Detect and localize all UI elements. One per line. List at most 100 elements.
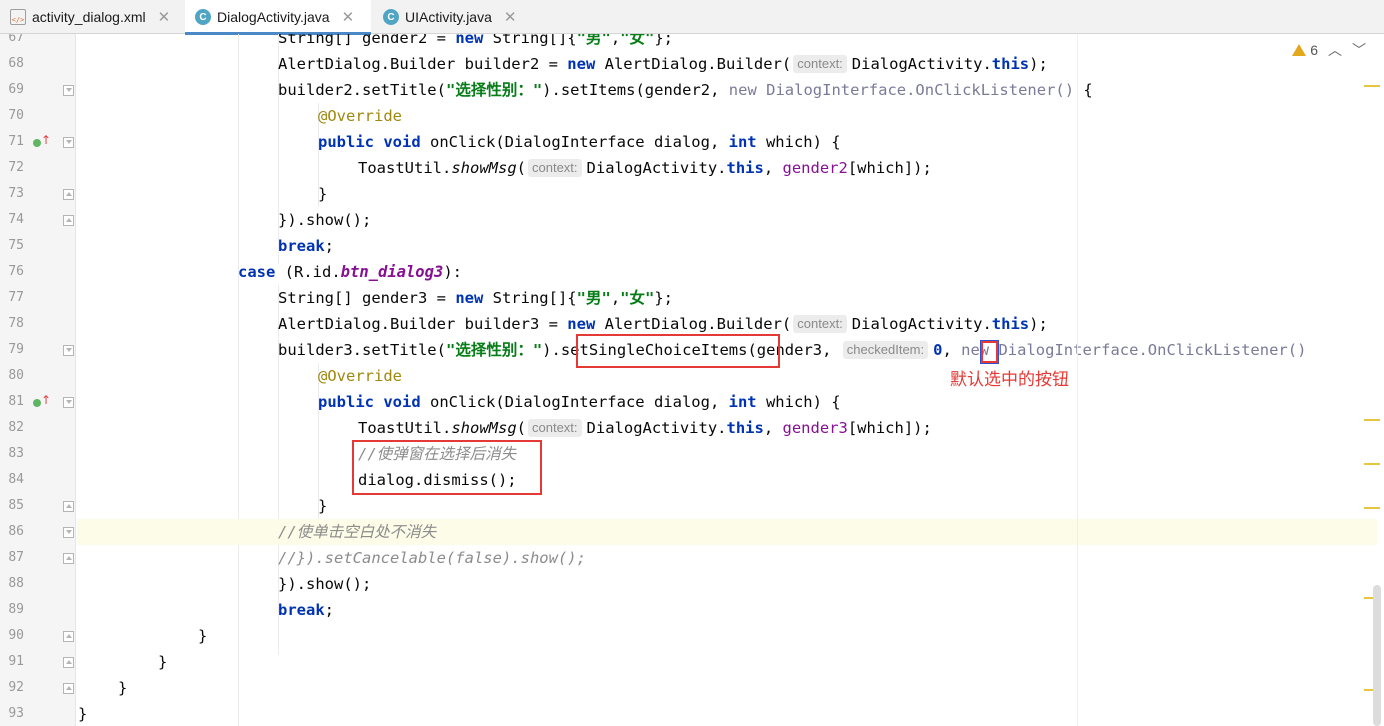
line-number: 69	[8, 82, 24, 97]
code-line: break;	[278, 237, 335, 255]
tab-activity-dialog-xml[interactable]: activity_dialog.xml ✕	[0, 0, 183, 34]
code-line: }	[158, 653, 168, 671]
code-editor[interactable]: 67 68 69 70 71 72 73 74 75 76 77 78 79 8…	[0, 34, 1384, 726]
right-margin-line	[1077, 34, 1078, 726]
close-icon[interactable]: ✕	[342, 8, 355, 26]
fold-toggle-icon[interactable]	[63, 137, 74, 148]
parameter-hint: context:	[528, 419, 582, 437]
line-number: 78	[8, 316, 24, 331]
code-line: AlertDialog.Builder builder2 = new Alert…	[278, 55, 1048, 73]
line-number: 93	[8, 706, 24, 721]
line-number: 92	[8, 680, 24, 695]
code-line: String[] gender3 = new String[]{"男","女"}…	[278, 289, 673, 307]
line-number: 91	[8, 654, 24, 669]
warning-counter[interactable]: 6	[1292, 42, 1318, 58]
line-number: 73	[8, 186, 24, 201]
tab-label: UIActivity.java	[405, 9, 492, 25]
code-line: }	[198, 627, 208, 645]
code-line: }).show();	[278, 211, 372, 229]
chevron-down-icon[interactable]: ﹀	[1352, 40, 1366, 60]
tab-ui-activity-java[interactable]: C UIActivity.java ✕	[373, 0, 533, 34]
close-icon[interactable]: ✕	[158, 8, 171, 26]
code-line: }	[78, 705, 88, 723]
line-number: 67	[8, 34, 24, 45]
fold-toggle-icon[interactable]	[63, 345, 74, 356]
line-number: 74	[8, 212, 24, 227]
line-number: 86	[8, 524, 24, 539]
line-number: 83	[8, 446, 24, 461]
fold-toggle-icon[interactable]	[63, 631, 74, 642]
line-number: 76	[8, 264, 24, 279]
vertical-scrollbar[interactable]	[1373, 585, 1381, 726]
java-class-icon: C	[195, 9, 211, 25]
fold-toggle-icon[interactable]	[63, 501, 74, 512]
tab-label: DialogActivity.java	[217, 9, 330, 25]
override-method-icon[interactable]: ↑	[33, 133, 51, 150]
code-line: case (R.id.btn_dialog3):	[238, 263, 462, 281]
chevron-up-icon[interactable]: ︿	[1328, 40, 1342, 60]
warning-stripe-marker[interactable]	[1364, 463, 1380, 465]
line-number: 79	[8, 342, 24, 357]
code-line-current: //使单击空白处不消失	[77, 519, 1377, 545]
line-number: 70	[8, 108, 24, 123]
fold-toggle-icon[interactable]	[63, 189, 74, 200]
code-line: public void onClick(DialogInterface dial…	[318, 393, 841, 411]
line-number: 85	[8, 498, 24, 513]
line-number: 87	[8, 550, 24, 565]
highlight-box-dismiss	[352, 440, 542, 495]
editor-tab-bar: activity_dialog.xml ✕ C DialogActivity.j…	[0, 0, 1384, 35]
code-line: ToastUtil.showMsg(context: DialogActivity…	[358, 419, 932, 437]
tab-label: activity_dialog.xml	[32, 9, 146, 25]
line-number: 68	[8, 56, 24, 71]
editor-gutter: 67 68 69 70 71 72 73 74 75 76 77 78 79 8…	[0, 34, 76, 726]
override-method-icon[interactable]: ↑	[33, 393, 51, 410]
code-line: }	[318, 185, 328, 203]
line-number: 72	[8, 160, 24, 175]
tab-dialog-activity-java[interactable]: C DialogActivity.java ✕	[185, 0, 371, 35]
line-number: 84	[8, 472, 24, 487]
line-number: 80	[8, 368, 24, 383]
line-number: 82	[8, 420, 24, 435]
parameter-hint: checkedItem:	[842, 341, 929, 359]
line-number: 71	[8, 134, 24, 149]
line-number: 89	[8, 602, 24, 617]
code-line: //}).setCancelable(false).show();	[278, 549, 586, 567]
line-number: 90	[8, 628, 24, 643]
java-class-icon: C	[383, 9, 399, 25]
code-line: public void onClick(DialogInterface dial…	[318, 133, 841, 151]
inspection-widget[interactable]: 6 ︿ ﹀	[1292, 40, 1366, 60]
warning-stripe-marker[interactable]	[1364, 85, 1380, 87]
code-line: }	[318, 497, 328, 515]
fold-toggle-icon[interactable]	[63, 397, 74, 408]
code-area[interactable]: String[] gender2 = new String[]{"男","女"}…	[77, 34, 1377, 726]
parameter-hint: context:	[793, 55, 847, 73]
warning-icon	[1292, 44, 1307, 56]
warning-count: 6	[1310, 42, 1318, 58]
line-number: 81	[8, 394, 24, 409]
code-line: builder2.setTitle("选择性别：").setItems(gend…	[278, 81, 1093, 99]
line-number: 75	[8, 238, 24, 253]
line-number: 88	[8, 576, 24, 591]
code-line: @Override	[318, 107, 402, 125]
code-line: ToastUtil.showMsg(context: DialogActivity…	[358, 159, 932, 177]
annotation-default-selected: 默认选中的按钮	[950, 370, 1069, 390]
fold-toggle-icon[interactable]	[63, 215, 74, 226]
fold-toggle-icon[interactable]	[63, 683, 74, 694]
fold-toggle-icon[interactable]	[63, 657, 74, 668]
warning-stripe-marker[interactable]	[1364, 419, 1380, 421]
fold-toggle-icon[interactable]	[63, 85, 74, 96]
warning-stripe-marker[interactable]	[1364, 507, 1380, 509]
parameter-hint: context:	[793, 315, 847, 333]
code-line: String[] gender2 = new String[]{"男","女"}…	[278, 34, 673, 47]
line-number: 77	[8, 290, 24, 305]
code-line: dialog.dismiss();	[358, 471, 517, 489]
highlight-box-checked-item-inner	[981, 341, 998, 363]
highlight-box-setsinglechoiceitems	[576, 334, 780, 368]
close-icon[interactable]: ✕	[504, 8, 517, 26]
xml-file-icon	[10, 9, 26, 25]
code-line: }	[118, 679, 128, 697]
fold-toggle-icon[interactable]	[63, 553, 74, 564]
parameter-hint: context:	[528, 159, 582, 177]
code-line: break;	[278, 601, 335, 619]
fold-toggle-icon[interactable]	[63, 527, 74, 538]
